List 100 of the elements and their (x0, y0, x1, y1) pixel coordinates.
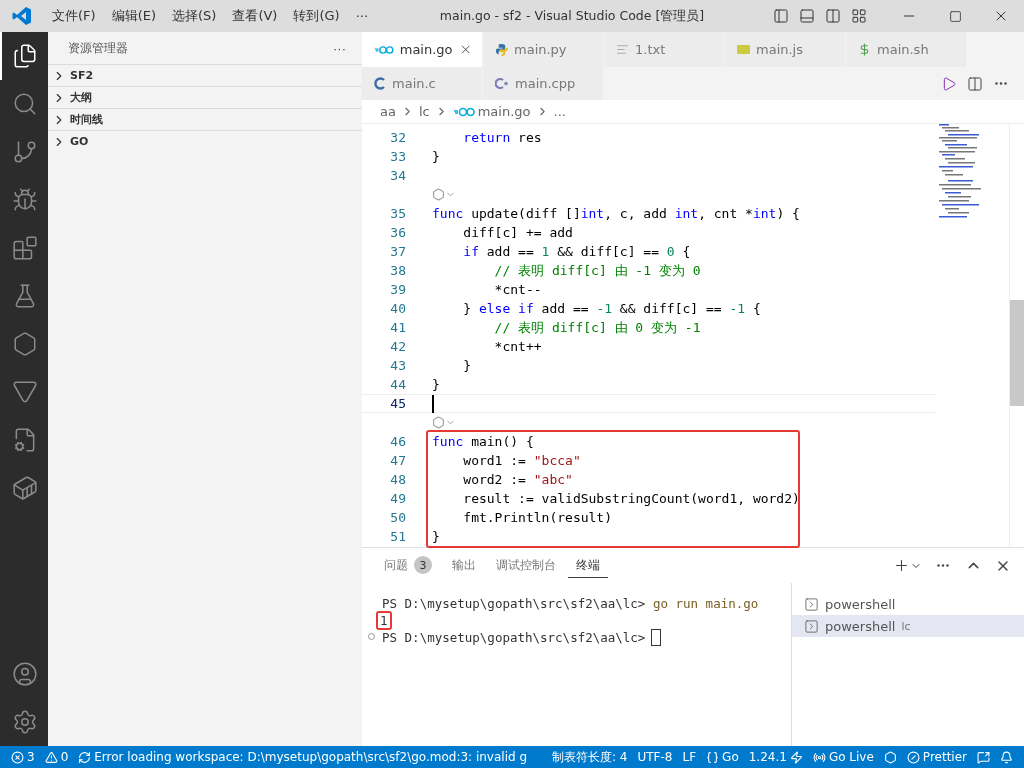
panel-tab[interactable]: 调试控制台 (488, 553, 564, 578)
container-icon[interactable] (12, 475, 38, 501)
line-number: 43 (389, 358, 406, 373)
code-line: } (432, 529, 440, 544)
feedback-icon (977, 750, 990, 764)
code-line: } (462, 358, 472, 373)
terminal-name: powershell (825, 596, 896, 612)
broadcast-icon (812, 750, 826, 764)
sidebar-section[interactable]: GO (48, 130, 362, 152)
tab-label: main.c (392, 76, 437, 91)
line-number: 35 (389, 206, 406, 221)
go-file-icon (452, 106, 475, 117)
code-line: word1 := "bcca" (462, 453, 581, 468)
code-line: if add == 1 && diff[c] == 0 { (462, 244, 691, 259)
terminal-item[interactable]: powershell lc (792, 615, 1024, 637)
code-line: // 表明 diff[c] 由 0 变为 -1 (493, 318, 701, 337)
more-icon (995, 82, 1007, 85)
hexagon-icon[interactable] (12, 331, 38, 357)
workspace-status[interactable]: Error loading workspace: D:\mysetup\gopath\src\sf2\go.mod:3: invalid g (73, 746, 533, 768)
line-number: 42 (389, 339, 406, 354)
menu-item[interactable]: 文件(F) (44, 7, 104, 25)
c-file-icon (374, 77, 386, 90)
menu-item[interactable]: 查看(V) (224, 7, 286, 25)
editor-tab[interactable]: main.js (725, 32, 846, 67)
line-number: 44 (389, 377, 406, 392)
live-server-status[interactable]: Go Live (807, 746, 879, 768)
more-button[interactable]: ··· (329, 40, 350, 56)
grid-icon[interactable] (851, 8, 867, 24)
menu-item[interactable]: ··· (347, 8, 377, 24)
breadcrumb-item[interactable]: main.go (452, 104, 531, 119)
terminal-prompt: PS D:\mysetup\gopath\src\sf2\aa\lc> (382, 630, 646, 645)
line-number: 46 (389, 434, 406, 449)
line-number: 45 (389, 396, 406, 411)
tab-label: main.cpp (515, 76, 577, 91)
settings-icon[interactable] (12, 709, 38, 735)
extensions-icon[interactable] (12, 235, 38, 261)
line-number: 51 (389, 529, 406, 544)
line-number: 48 (389, 472, 406, 487)
triangle-icon[interactable] (12, 379, 38, 405)
line-number: 40 (389, 301, 406, 316)
editor-tab[interactable]: main.c (362, 67, 483, 100)
status-item[interactable]: 制表符长度: 4 (547, 746, 633, 768)
sidebar-section[interactable]: 大纲 (48, 86, 362, 108)
editor-tab[interactable]: main.go (362, 32, 483, 67)
terminal-item[interactable]: powershell (792, 593, 1024, 615)
account-icon[interactable] (12, 661, 38, 687)
version-status[interactable]: 1.24.1 (743, 746, 808, 768)
error-icon (11, 750, 24, 764)
menu-item[interactable]: 转到(G) (285, 7, 348, 25)
warning-icon (44, 750, 58, 764)
line-number: 49 (389, 491, 406, 506)
code-line: } (432, 377, 440, 392)
bug-icon[interactable] (12, 187, 38, 213)
codelens-icon[interactable] (432, 416, 456, 429)
status-item[interactable]: LF (677, 746, 702, 768)
search-icon[interactable] (12, 91, 38, 117)
count-badge: 3 (414, 556, 432, 574)
editor-tab[interactable]: main.cpp (483, 67, 604, 100)
tab-label: main.sh (877, 42, 930, 57)
sidebar-section[interactable]: 时间线 (48, 108, 362, 130)
line-number: 47 (389, 453, 406, 468)
language-status[interactable]: Go (701, 746, 744, 768)
line-number: 39 (389, 282, 406, 297)
code-line: fmt.Println(result) (462, 510, 612, 525)
sidebar-section[interactable]: SF2 (48, 64, 362, 86)
prettier-status[interactable]: Prettier (901, 746, 972, 768)
panel-layout-icon[interactable] (799, 8, 815, 24)
panel-tab[interactable]: 问题 3 (376, 552, 440, 579)
branch-icon[interactable] (12, 139, 38, 165)
menu-item[interactable]: 编辑(E) (103, 7, 164, 25)
tab-label: main.go (399, 42, 453, 57)
more-icon (937, 564, 949, 567)
code-line: result := validSubstringCount(word1, word2) (462, 491, 800, 506)
files-icon[interactable] (12, 43, 38, 69)
codelens-icon[interactable] (432, 188, 456, 201)
errors-status[interactable]: 3 (6, 746, 40, 768)
status-item[interactable]: UTF-8 (632, 746, 678, 768)
cpp-file-icon (495, 77, 509, 90)
terminal-icon (804, 618, 819, 634)
line-number: 37 (389, 244, 406, 259)
breadcrumb-item[interactable]: lc (418, 104, 430, 119)
maximize-icon[interactable] (948, 9, 962, 23)
braces-icon (706, 750, 720, 764)
warnings-status[interactable]: 0 (39, 746, 74, 768)
breadcrumb-item[interactable]: aa (380, 104, 396, 119)
split-icon (967, 75, 983, 92)
panel-tab[interactable]: 输出 (444, 553, 484, 578)
line-number: 33 (389, 149, 406, 164)
breadcrumb-item[interactable]: ... (553, 104, 566, 119)
editor-tab[interactable]: main.sh (846, 32, 967, 67)
code-line: func update(diff []int, c, add int, cnt *int) { (432, 206, 800, 221)
line-number: 32 (389, 130, 406, 145)
bell-icon (1000, 750, 1013, 764)
sidebar-layout-icon[interactable] (773, 8, 789, 24)
columns-icon[interactable] (825, 8, 841, 24)
panel-tab[interactable]: 终端 (568, 553, 608, 578)
editor-tab[interactable]: 1.txt (604, 32, 725, 67)
scrollbar-thumb[interactable] (1010, 300, 1024, 406)
menu-item[interactable]: 选择(S) (164, 7, 225, 25)
editor-tab[interactable]: main.py (483, 32, 604, 67)
